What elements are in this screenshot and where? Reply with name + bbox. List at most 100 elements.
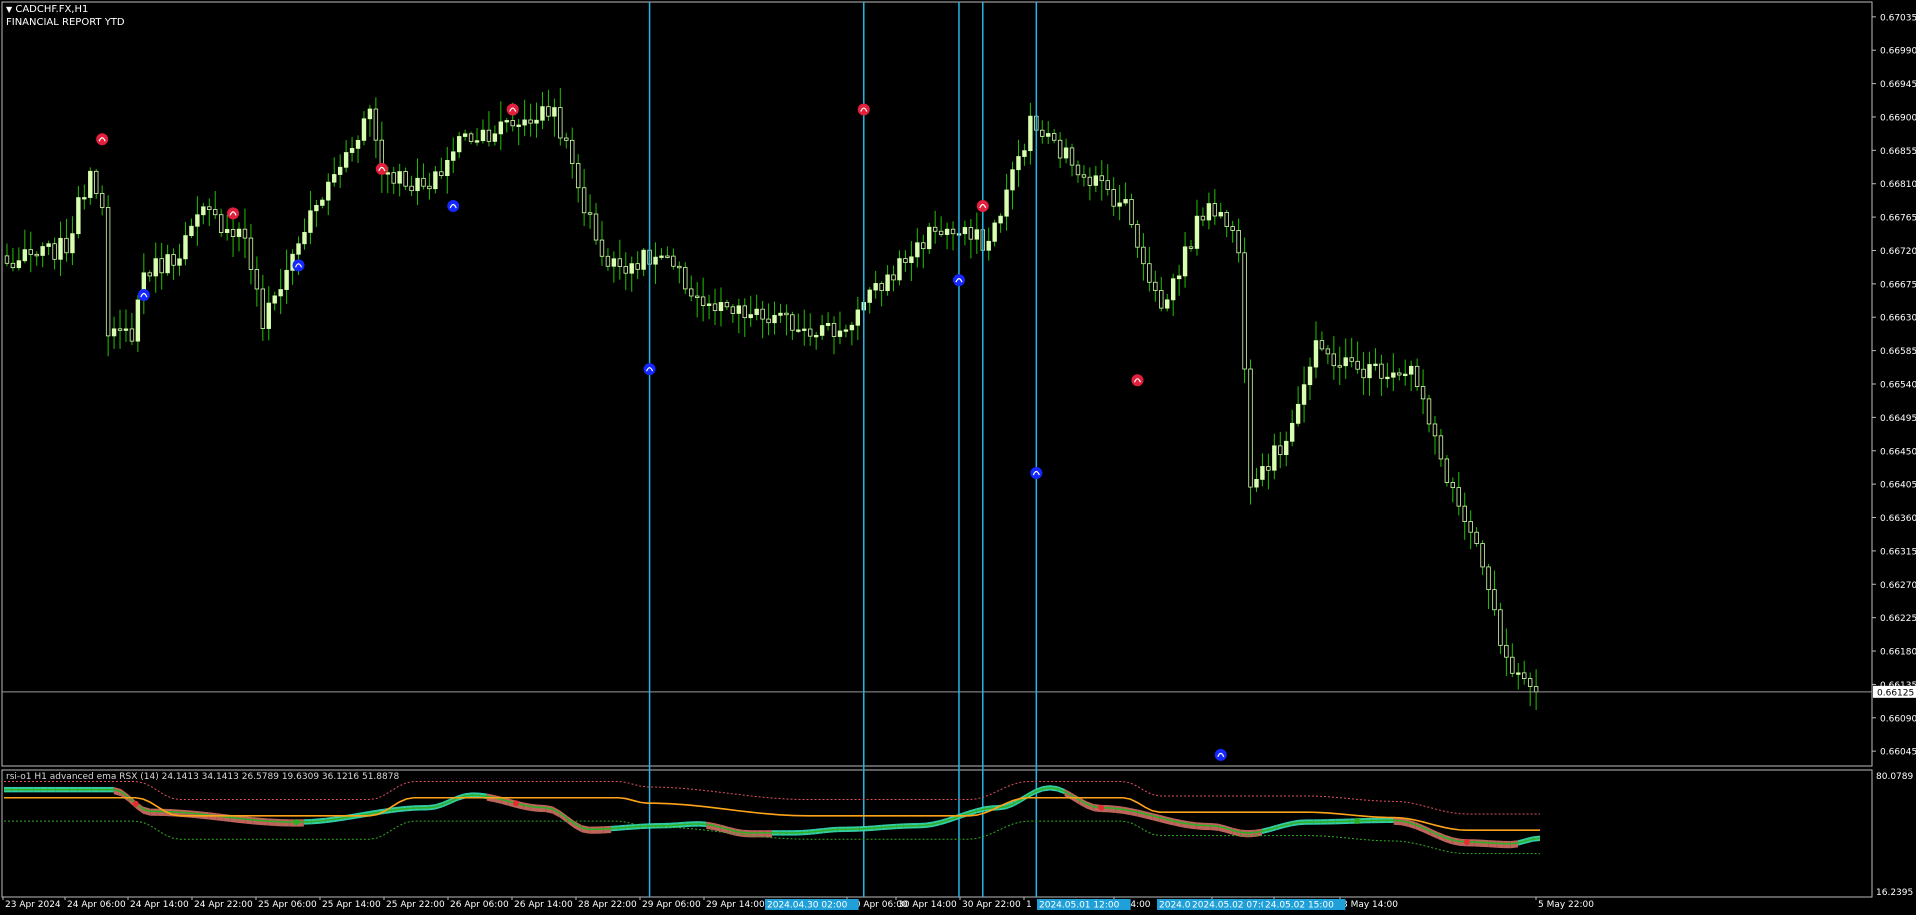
bull-candle [748,314,753,319]
bear-candle [171,254,176,266]
price-tick-label: 0.66720 [1880,247,1916,257]
time-tick-label: 23 Apr 2024 [5,900,61,910]
bear-candle [1468,521,1473,533]
bull-candle [962,227,968,235]
bull-candle [1289,422,1295,442]
collapse-triangle-icon[interactable]: ▼ [6,5,12,14]
bear-candle [1159,290,1164,309]
bear-candle [742,305,747,319]
bull-candle [70,233,75,254]
bear-candle [1188,246,1194,249]
bull-candle [736,305,742,314]
bear-candle [712,303,718,312]
time-tick-label: 29 Apr 14:00 [706,900,765,910]
bull-candle [1385,376,1390,380]
bear-candle [665,255,670,258]
bull-candle [522,119,527,126]
bull-candle [1170,278,1176,301]
bear-candle [1051,133,1057,141]
bull-candle [706,303,712,306]
bull-candle [819,325,825,336]
bear-candle [1111,189,1116,207]
bull-candle [123,328,129,331]
price-tick-label: 0.66855 [1880,147,1916,157]
bear-candle [1147,263,1152,283]
bull-candle [867,289,872,303]
event-time-tag: 2024.05.01 12:00 [1039,901,1120,911]
bear-candle [1432,423,1438,437]
bear-candle [564,137,569,141]
bear-candle [409,185,414,192]
bear-candle [34,253,39,257]
rsx-falling-fill [589,826,597,834]
bear-candle [1248,368,1253,488]
bull-candle [772,314,777,324]
event-time-tag: 24.05.02 15:00 [1265,901,1334,911]
bear-candle [117,328,123,331]
bear-candle [1522,672,1527,679]
price-tick-label: 0.66900 [1880,113,1916,123]
time-tick-label: 3 May 14:00 [1342,900,1398,910]
price-tick-label: 0.66180 [1880,648,1916,658]
bull-candle [629,263,634,274]
bear-candle [1057,139,1063,159]
time-tick-label: 25 Apr 14:00 [322,900,381,910]
upper-band-line [4,781,1540,815]
bear-candle [105,207,111,337]
bear-candle [242,228,248,239]
bear-candle [1319,340,1325,350]
bear-candle [1236,230,1241,254]
bull-candle [796,329,801,332]
bear-candle [1337,365,1342,368]
bear-candle [1087,176,1093,186]
event-time-tag: 2024.04.30 02:00 [767,901,848,911]
signal-dot [952,274,965,287]
signal-dot [137,288,150,301]
indicator-label: FINANCIAL REPORT YTD [6,17,125,28]
current-price-label: 0.66125 [1877,688,1914,698]
indicator-cross-dot [293,819,300,826]
bull-candle [998,215,1003,224]
bear-candle [730,306,736,314]
time-tick-label: 26 Apr 14:00 [514,900,573,910]
bull-candle [1046,133,1051,137]
bear-candle [254,269,260,290]
bull-candle [825,323,831,326]
bear-candle [528,119,533,124]
rsx-falling-fill [764,830,772,838]
indicator-scale-max: 80.0789 [1876,772,1913,782]
price-tick-label: 0.66225 [1880,614,1916,624]
price-tick-label: 0.66990 [1880,47,1916,57]
bull-candle [1016,156,1021,171]
bear-candle [1498,609,1503,646]
bull-candle [1295,403,1301,424]
price-tick-label: 0.66405 [1880,481,1916,491]
bear-candle [1426,398,1432,425]
bear-candle [593,213,599,241]
bear-candle [1510,656,1515,674]
bear-candle [1200,215,1206,221]
bull-candle [843,329,849,332]
bear-candle [510,120,515,127]
bull-candle [1028,115,1033,152]
bear-candle [558,107,563,139]
bear-candle [1450,482,1456,489]
bull-candle [451,151,456,161]
rsx-falling-fill [150,808,158,816]
symbol-header[interactable]: ▼ CADCHF.FX,H1 [6,4,88,16]
main-chart-frame [1,1,1873,767]
price-tick-label: 0.66540 [1880,381,1916,391]
bear-candle [903,258,908,263]
bear-candle [581,187,587,214]
bull-candle [552,107,557,117]
price-tick-label: 0.66630 [1880,314,1916,324]
bear-candle [421,177,426,187]
bear-candle [207,206,212,211]
rsx-falling-fill [281,819,290,827]
bull-candle [195,214,200,227]
bull-candle [284,269,289,290]
time-tick-label: 24 Apr 14:00 [130,900,189,910]
lower-band-line [4,820,1540,855]
bull-candle [1117,202,1122,207]
bear-candle [968,227,974,240]
